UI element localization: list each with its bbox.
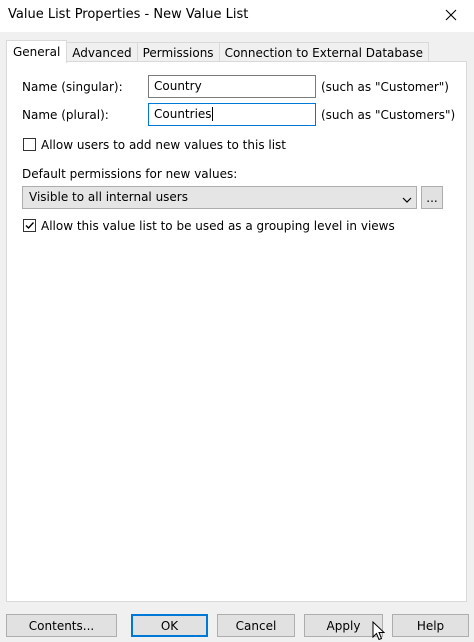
mouse-pointer-icon	[372, 620, 386, 642]
tab-general[interactable]: General	[6, 40, 68, 63]
default-permissions-select[interactable]: Visible to all internal users	[22, 186, 417, 209]
ok-label: OK	[160, 618, 179, 633]
grouping-checkbox[interactable]	[23, 219, 36, 232]
plural-name-value: Countries	[154, 107, 212, 121]
cancel-label: Cancel	[235, 618, 277, 633]
grouping-label[interactable]: Allow this value list to be used as a gr…	[41, 219, 395, 233]
cancel-button[interactable]: Cancel	[217, 614, 295, 637]
general-panel: Name (singular): Country (such as "Custo…	[6, 61, 467, 602]
tab-label: Advanced	[72, 45, 132, 60]
apply-label: Apply	[326, 618, 361, 633]
browse-label: ...	[426, 190, 438, 205]
tab-advanced[interactable]: Advanced	[66, 42, 138, 62]
chevron-down-icon	[402, 193, 412, 207]
help-button[interactable]: Help	[392, 614, 469, 637]
title-bar: Value List Properties - New Value List	[0, 0, 474, 32]
ok-button[interactable]: OK	[131, 614, 208, 637]
singular-name-value: Country	[154, 79, 202, 93]
tab-strip: General Advanced Permissions Connection …	[6, 40, 429, 63]
tab-label: Permissions	[142, 45, 214, 60]
singular-name-input[interactable]: Country	[148, 75, 316, 98]
allow-add-checkbox[interactable]	[23, 138, 36, 151]
text-caret	[211, 107, 213, 121]
default-permissions-value: Visible to all internal users	[29, 190, 188, 204]
tab-label: Connection to External Database	[224, 45, 423, 60]
window-title: Value List Properties - New Value List	[8, 7, 249, 22]
singular-label: Name (singular):	[22, 80, 123, 94]
singular-hint: (such as "Customer")	[321, 80, 449, 94]
contents-button[interactable]: Contents...	[6, 614, 117, 637]
tab-permissions[interactable]: Permissions	[136, 42, 220, 62]
tab-connection[interactable]: Connection to External Database	[218, 42, 429, 62]
browse-permissions-button[interactable]: ...	[421, 186, 443, 209]
plural-name-input[interactable]: Countries	[148, 103, 316, 126]
plural-hint: (such as "Customers")	[321, 108, 456, 122]
close-button[interactable]	[428, 0, 474, 32]
default-permissions-label: Default permissions for new values:	[22, 167, 238, 181]
allow-add-label[interactable]: Allow users to add new values to this li…	[41, 138, 286, 152]
help-label: Help	[416, 618, 445, 633]
tab-label: General	[13, 45, 61, 59]
plural-label: Name (plural):	[22, 108, 109, 122]
contents-label: Contents...	[28, 618, 95, 633]
close-icon	[445, 9, 457, 24]
